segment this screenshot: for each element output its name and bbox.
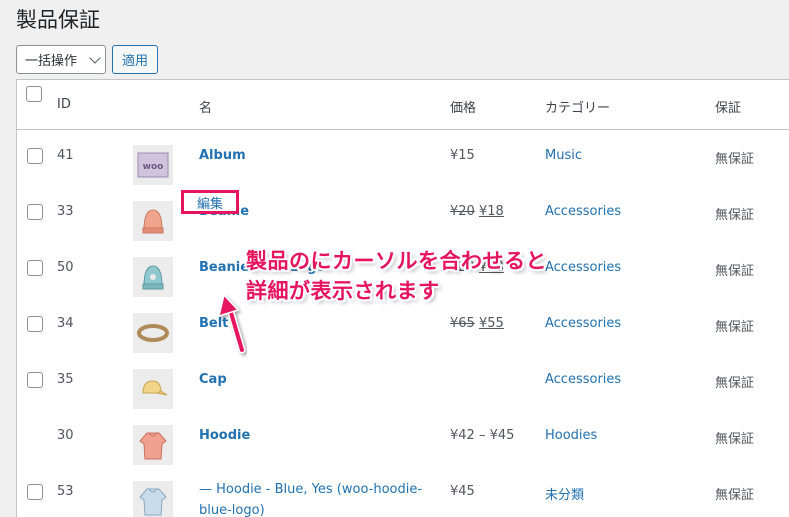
select-all-checkbox[interactable]	[26, 86, 42, 102]
column-header-id[interactable]: ID	[57, 97, 71, 112]
price: ¥15	[450, 148, 475, 163]
apply-button[interactable]: 適用	[112, 45, 159, 74]
category-link[interactable]: 未分類	[545, 484, 584, 503]
column-header-name[interactable]: 名	[199, 97, 212, 116]
warranty-value: 無保証	[715, 152, 755, 167]
album-thumbnail[interactable]: woo	[133, 145, 173, 185]
row-id: 41	[57, 148, 74, 163]
product-name-link[interactable]: — Hoodie - Blue, Yes (woo-hoodie-blue-lo…	[199, 479, 429, 517]
table-row: 30 Hoodie ¥42 – ¥45 Hoodies 無保証	[17, 416, 789, 472]
warranty-value: 無保証	[715, 264, 755, 279]
category-link[interactable]: Accessories	[545, 204, 621, 219]
belt-thumbnail[interactable]	[133, 313, 173, 353]
warranty-value: 無保証	[715, 208, 755, 223]
hoodie-thumbnail[interactable]	[133, 425, 173, 465]
sale-price: ¥55	[478, 316, 504, 331]
product-name-link[interactable]: Cap	[199, 372, 227, 387]
table-row: 35 Cap Accessories 無保証	[17, 360, 789, 416]
row-id: 53	[57, 484, 74, 499]
table-row: 53 — Hoodie - Blue, Yes (woo-hoodie-blue…	[17, 472, 789, 517]
chevron-down-icon	[89, 51, 101, 64]
column-header-warranty: 保証	[715, 101, 742, 116]
table-header: ID 名 価格 カテゴリー 保証	[17, 80, 789, 130]
bulk-actions: 一括操作 適用	[16, 45, 159, 74]
warranty-value: 無保証	[715, 432, 755, 447]
warranty-value: 無保証	[715, 488, 755, 503]
category-link[interactable]: Hoodies	[545, 428, 597, 443]
column-header-price[interactable]: 価格	[450, 97, 476, 116]
row-id: 34	[57, 316, 74, 331]
annotation-line-2: 詳細が表示されます	[246, 279, 440, 303]
row-checkbox[interactable]	[27, 148, 43, 164]
row-checkbox[interactable]	[27, 260, 43, 276]
page-title: 製品保証	[16, 8, 100, 32]
cap-thumbnail[interactable]	[133, 369, 173, 409]
regular-price: ¥20	[450, 204, 475, 219]
price: ¥45	[450, 484, 475, 499]
warranty-value: 無保証	[715, 376, 755, 391]
row-checkbox[interactable]	[27, 316, 43, 332]
beanie-thumbnail[interactable]	[133, 201, 173, 241]
table-row: 33 Beanie ¥20 ¥18 Accessories 無保証	[17, 192, 789, 248]
category-link[interactable]: Music	[545, 148, 582, 163]
edit-row-action-link[interactable]: 編集	[181, 190, 239, 214]
price: ¥65 ¥55	[450, 316, 504, 331]
sale-price: ¥18	[478, 204, 504, 219]
beanie-logo-thumbnail[interactable]	[133, 257, 173, 297]
bulk-action-select[interactable]: 一括操作	[16, 45, 106, 74]
price: ¥20 ¥18	[450, 204, 504, 219]
row-id: 50	[57, 260, 74, 275]
category-link[interactable]: Accessories	[545, 316, 621, 331]
row-checkbox[interactable]	[27, 484, 43, 500]
product-name-link[interactable]: Belt	[199, 316, 228, 331]
regular-price: ¥65	[450, 316, 475, 331]
category-link[interactable]: Accessories	[545, 372, 621, 387]
product-name-link[interactable]: Hoodie	[199, 428, 250, 443]
svg-text:woo: woo	[143, 162, 164, 172]
row-checkbox[interactable]	[27, 372, 43, 388]
column-header-category: カテゴリー	[545, 101, 611, 116]
table-row: 41 woo Album ¥15 Music 無保証	[17, 136, 789, 192]
product-name-link[interactable]: Album	[199, 148, 246, 163]
row-id: 35	[57, 372, 74, 387]
table-row: 34 Belt ¥65 ¥55 Accessories 無保証	[17, 304, 789, 360]
row-checkbox[interactable]	[27, 204, 43, 220]
annotation-callout: 製品のにカーソルを合わせると 詳細が表示されます	[246, 246, 626, 306]
bulk-action-selected: 一括操作	[25, 54, 78, 69]
warranty-value: 無保証	[715, 320, 755, 335]
row-id: 30	[57, 428, 74, 443]
row-id: 33	[57, 204, 74, 219]
hoodie-blue-thumbnail[interactable]	[133, 481, 173, 517]
price: ¥42 – ¥45	[450, 428, 515, 443]
annotation-line-1: 製品のにカーソルを合わせると	[246, 249, 547, 273]
